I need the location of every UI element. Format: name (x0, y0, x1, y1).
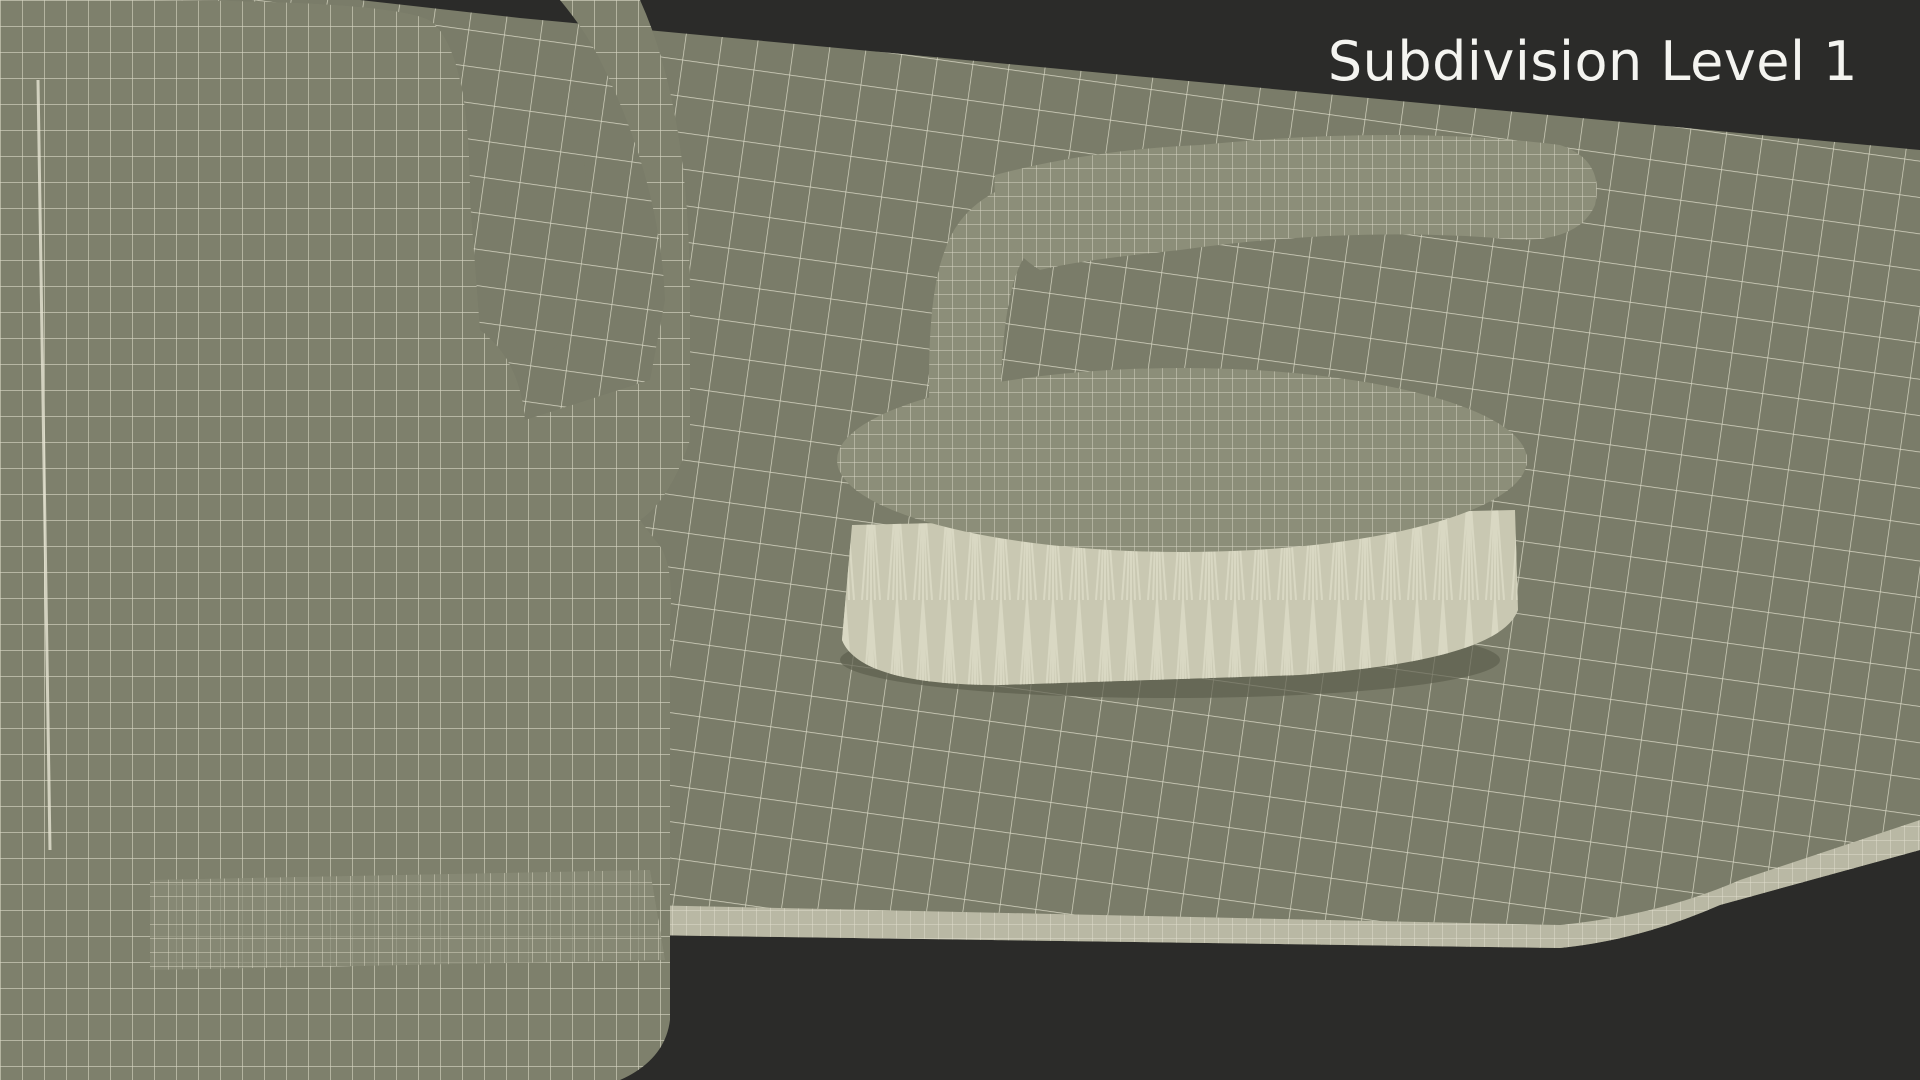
wireframe-render (0, 0, 1920, 1080)
subdivision-level-caption: Subdivision Level 1 (1327, 30, 1858, 93)
